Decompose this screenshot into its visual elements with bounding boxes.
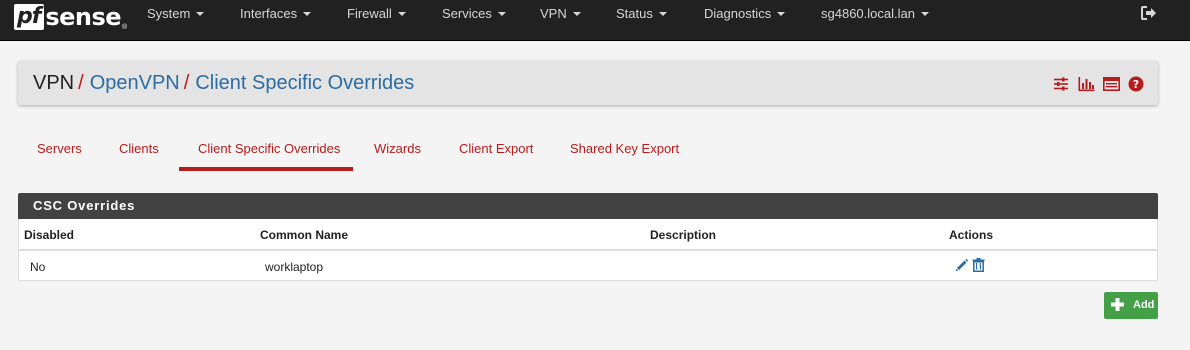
tab-wizards[interactable]: Wizards (374, 141, 421, 157)
pfsense-logo[interactable]: pf sense ® (14, 2, 127, 32)
column-header-disabled[interactable]: Disabled (24, 228, 74, 242)
active-tab-indicator (179, 167, 353, 171)
plus-icon (1111, 298, 1124, 311)
nav-vpn-menu[interactable]: VPN (540, 0, 581, 28)
add-button[interactable]: Add (1104, 292, 1158, 319)
tab-clients[interactable]: Clients (119, 141, 159, 157)
sliders-icon[interactable] (1053, 76, 1069, 92)
breadcrumb-separator: / (78, 72, 84, 94)
breadcrumb-separator: / (183, 72, 190, 94)
nav-services-menu[interactable]: Services (442, 0, 506, 28)
column-header-description[interactable]: Description (650, 228, 716, 242)
panel-title: CSC Overrides (33, 198, 136, 213)
help-icon[interactable]: ? (1128, 76, 1144, 92)
delete-icon[interactable] (972, 258, 985, 272)
nav-label: sg4860.local.lan (821, 6, 915, 21)
logo-registered-mark: ® (122, 23, 128, 31)
caret-down-icon (397, 12, 406, 16)
column-header-actions: Actions (949, 228, 994, 242)
tab-shared-key-export[interactable]: Shared Key Export (570, 141, 679, 157)
nav-diagnostics-menu[interactable]: Diagnostics (704, 0, 786, 28)
cell-disabled: No (30, 260, 46, 274)
nav-status-menu[interactable]: Status (616, 0, 667, 28)
nav-label: VPN (540, 6, 567, 21)
cell-common-name: worklaptop (265, 260, 324, 274)
tab-servers[interactable]: Servers (37, 141, 82, 157)
caret-down-icon (303, 12, 312, 16)
nav-label: Diagnostics (704, 6, 772, 21)
nav-label: Interfaces (240, 6, 298, 21)
nav-interfaces-menu[interactable]: Interfaces (240, 0, 312, 28)
tab-client-export[interactable]: Client Export (459, 141, 533, 157)
breadcrumb-openvpn-link[interactable]: OpenVPN (90, 72, 180, 94)
caret-down-icon (196, 12, 205, 16)
breadcrumb-csc-link[interactable]: Client Specific Overrides (195, 72, 414, 94)
csc-overrides-panel: CSC Overrides Disabled Common Name Descr… (18, 193, 1158, 281)
caret-down-icon (658, 12, 667, 16)
caret-down-icon (920, 12, 929, 16)
breadcrumb-panel: VPN / OpenVPN / Client Specific Overrides ? (18, 61, 1158, 105)
edit-icon[interactable] (955, 258, 969, 272)
nav-label: Firewall (347, 6, 392, 21)
column-header-common-name[interactable]: Common Name (260, 228, 348, 242)
nav-label: Services (442, 6, 492, 21)
breadcrumb: VPN / OpenVPN / Client Specific Overrides (33, 72, 414, 94)
top-navbar: pf sense ® System Interfaces Firewall Serv… (0, 0, 1190, 41)
logout-icon[interactable] (1141, 6, 1157, 20)
nav-system-menu[interactable]: System (147, 0, 205, 28)
caret-down-icon (497, 12, 506, 16)
caret-down-icon (572, 12, 581, 16)
logo-sense: sense (45, 3, 122, 31)
breadcrumb-vpn: VPN (33, 72, 75, 94)
tab-client-specific-overrides[interactable]: Client Specific Overrides (198, 141, 340, 157)
add-button-label: Add (1133, 299, 1155, 311)
nav-label: System (147, 6, 191, 21)
caret-down-icon (777, 12, 786, 16)
nav-label: Status (616, 6, 653, 21)
header-divider (19, 249, 1157, 251)
logo-pf: pf (14, 4, 45, 30)
svg-text:?: ? (1133, 78, 1139, 91)
list-log-icon[interactable] (1103, 76, 1120, 92)
panel-heading: CSC Overrides (18, 193, 1158, 219)
nav-firewall-menu[interactable]: Firewall (347, 0, 406, 28)
bar-chart-icon[interactable] (1078, 76, 1095, 92)
breadcrumb-shortcuts: ? (1053, 76, 1144, 92)
nav-hostname-menu[interactable]: sg4860.local.lan (821, 0, 929, 28)
